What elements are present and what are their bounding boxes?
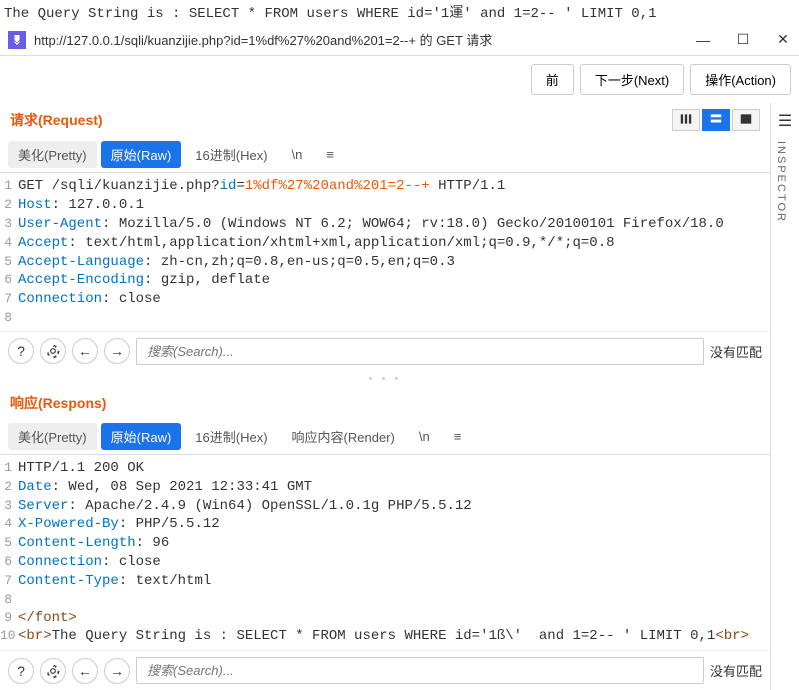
response-code[interactable]: 1HTTP/1.1 200 OK2Date: Wed, 08 Sep 2021 … bbox=[0, 455, 770, 651]
tab-pretty[interactable]: 美化(Pretty) bbox=[8, 141, 97, 168]
inspector-toggle-icon[interactable]: ☰ bbox=[775, 111, 795, 131]
code-line: 4Accept: text/html,application/xhtml+xml… bbox=[0, 234, 770, 253]
code-line: 4X-Powered-By: PHP/5.5.12 bbox=[0, 515, 770, 534]
request-search-input[interactable] bbox=[136, 338, 704, 365]
top-query-text: The Query String is : SELECT * FROM user… bbox=[0, 0, 799, 24]
code-line: 8 bbox=[0, 591, 770, 609]
minimize-button[interactable]: — bbox=[695, 32, 711, 48]
view-single-button[interactable] bbox=[732, 109, 760, 131]
resp-tab-hex[interactable]: 16进制(Hex) bbox=[185, 423, 277, 450]
code-line: 9</font> bbox=[0, 609, 770, 628]
resp-tab-pretty[interactable]: 美化(Pretty) bbox=[8, 423, 97, 450]
view-columns-button[interactable] bbox=[672, 109, 700, 131]
code-line: 3User-Agent: Mozilla/5.0 (Windows NT 6.2… bbox=[0, 215, 770, 234]
settings-button[interactable] bbox=[40, 338, 66, 364]
app-icon bbox=[8, 31, 26, 49]
window-title: http://127.0.0.1/sqli/kuanzijie.php?id=1… bbox=[34, 30, 683, 49]
prev-button[interactable]: 前 bbox=[531, 64, 574, 95]
action-button[interactable]: 操作(Action) bbox=[690, 64, 791, 95]
request-code[interactable]: 1GET /sqli/kuanzijie.php?id=1%df%27%20an… bbox=[0, 173, 770, 331]
request-tabs: 美化(Pretty) 原始(Raw) 16进制(Hex) \n ≡ bbox=[0, 137, 770, 173]
code-line: 3Server: Apache/2.4.9 (Win64) OpenSSL/1.… bbox=[0, 497, 770, 516]
resize-handle[interactable]: • • • bbox=[0, 371, 770, 387]
code-line: 1HTTP/1.1 200 OK bbox=[0, 459, 770, 478]
window-titlebar: http://127.0.0.1/sqli/kuanzijie.php?id=1… bbox=[0, 24, 799, 56]
tab-raw[interactable]: 原始(Raw) bbox=[101, 141, 182, 168]
code-line: 6Accept-Encoding: gzip, deflate bbox=[0, 271, 770, 290]
response-section-title: 响应(Respons) bbox=[10, 393, 760, 413]
resp-tab-newline[interactable]: \n bbox=[409, 425, 440, 448]
code-line: 5Accept-Language: zh-cn,zh;q=0.8,en-us;q… bbox=[0, 253, 770, 272]
inspector-sidebar: ☰ INSPECTOR bbox=[771, 103, 799, 690]
help-button[interactable]: ? bbox=[8, 338, 34, 364]
resp-tab-render[interactable]: 响应内容(Render) bbox=[282, 423, 405, 450]
code-line: 8 bbox=[0, 309, 770, 327]
next-match-button[interactable]: → bbox=[104, 338, 130, 364]
code-line: 6Connection: close bbox=[0, 553, 770, 572]
response-tabs: 美化(Pretty) 原始(Raw) 16进制(Hex) 响应内容(Render… bbox=[0, 419, 770, 455]
response-nomatch-label: 没有匹配 bbox=[710, 661, 762, 680]
code-line: 7Content-Type: text/html bbox=[0, 572, 770, 591]
response-search-bar: ? ← → 没有匹配 bbox=[0, 650, 770, 690]
prev-match-button[interactable]: ← bbox=[72, 338, 98, 364]
toolbar-actions: 前 下一步(Next) 操作(Action) bbox=[0, 56, 799, 103]
resp-help-button[interactable]: ? bbox=[8, 658, 34, 684]
resp-settings-button[interactable] bbox=[40, 658, 66, 684]
code-line: 5Content-Length: 96 bbox=[0, 534, 770, 553]
code-line: 2Host: 127.0.0.1 bbox=[0, 196, 770, 215]
resp-prev-match-button[interactable]: ← bbox=[72, 658, 98, 684]
tab-more-menu[interactable]: ≡ bbox=[316, 143, 344, 166]
view-rows-button[interactable] bbox=[702, 109, 730, 131]
next-button[interactable]: 下一步(Next) bbox=[580, 64, 684, 95]
inspector-label: INSPECTOR bbox=[775, 141, 787, 223]
request-search-bar: ? ← → 没有匹配 bbox=[0, 331, 770, 371]
tab-newline[interactable]: \n bbox=[282, 143, 313, 166]
tab-hex[interactable]: 16进制(Hex) bbox=[185, 141, 277, 168]
code-line: 10<br>The Query String is : SELECT * FRO… bbox=[0, 627, 770, 646]
resp-next-match-button[interactable]: → bbox=[104, 658, 130, 684]
resp-tab-more-menu[interactable]: ≡ bbox=[444, 425, 472, 448]
request-nomatch-label: 没有匹配 bbox=[710, 342, 762, 361]
response-search-input[interactable] bbox=[136, 657, 704, 684]
resp-tab-raw[interactable]: 原始(Raw) bbox=[101, 423, 182, 450]
request-section-title: 请求(Request) bbox=[10, 110, 672, 130]
code-line: 1GET /sqli/kuanzijie.php?id=1%df%27%20an… bbox=[0, 177, 770, 196]
close-button[interactable]: ✕ bbox=[775, 32, 791, 48]
view-layout-toggle bbox=[672, 109, 760, 131]
code-line: 2Date: Wed, 08 Sep 2021 12:33:41 GMT bbox=[0, 478, 770, 497]
maximize-button[interactable]: ☐ bbox=[735, 32, 751, 48]
code-line: 7Connection: close bbox=[0, 290, 770, 309]
